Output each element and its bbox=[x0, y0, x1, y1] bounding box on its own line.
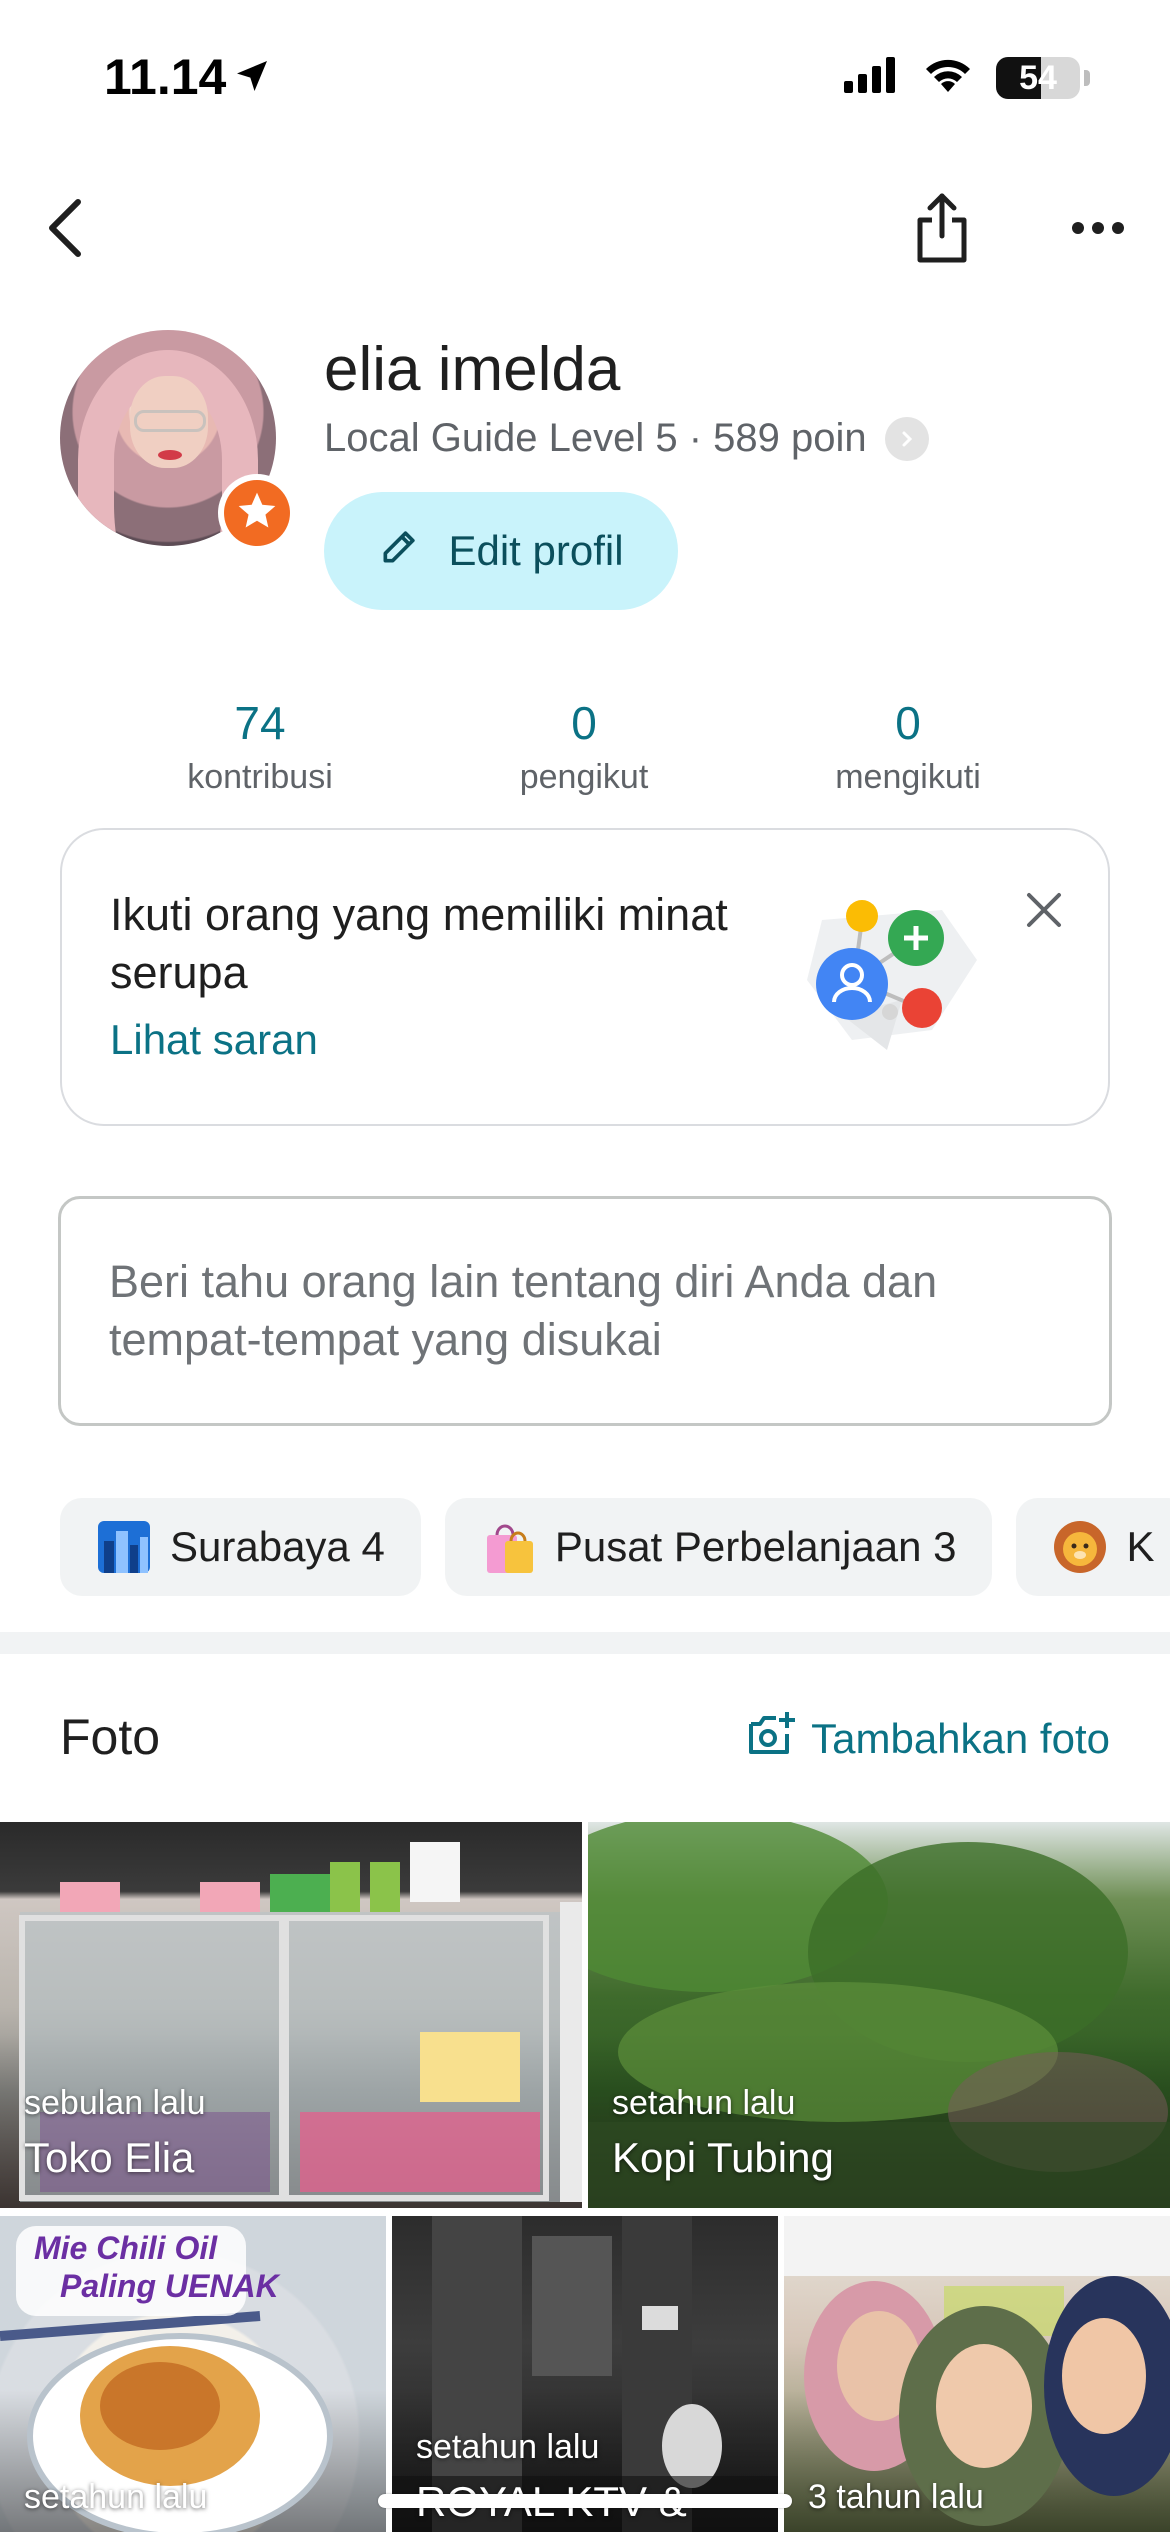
stat-label: kontribusi bbox=[187, 758, 333, 796]
chevron-right-icon bbox=[884, 416, 929, 461]
shopping-bags-icon bbox=[481, 1519, 537, 1575]
chip-surabaya[interactable]: Surabaya 4 bbox=[60, 1498, 421, 1596]
stat-contributions[interactable]: 74 kontribusi bbox=[110, 696, 410, 797]
add-photo-label: Tambahkan foto bbox=[811, 1715, 1110, 1762]
home-indicator[interactable] bbox=[378, 2494, 792, 2508]
photo-tile[interactable]: setahun lalu ROYAL KTV & bbox=[392, 2216, 778, 2532]
cityscape-icon bbox=[96, 1519, 152, 1575]
local-guide-level[interactable]: Local Guide Level 5 · 589 poin bbox=[324, 416, 929, 461]
battery-icon: 54 bbox=[996, 56, 1080, 99]
chip-label: Pusat Perbelanjaan 3 bbox=[554, 1523, 957, 1570]
stat-label: mengikuti bbox=[835, 758, 981, 796]
photo-time: setahun lalu bbox=[612, 2084, 796, 2122]
photo-overlay-text: Mie Chili Oil bbox=[34, 2230, 218, 2266]
suggestion-text: Ikuti orang yang memiliki minat serupa bbox=[110, 889, 728, 998]
share-icon bbox=[914, 192, 970, 269]
pencil-icon bbox=[378, 524, 422, 578]
add-photo-button[interactable]: Tambahkan foto bbox=[747, 1712, 1110, 1766]
stat-following[interactable]: 0 mengikuti bbox=[758, 696, 1058, 797]
chip-lion[interactable]: K bbox=[1016, 1498, 1170, 1596]
local-guide-badge bbox=[218, 474, 296, 552]
interest-chips: Surabaya 4 Pusat Perbelanjaan 3 K bbox=[60, 1498, 1170, 1596]
status-indicators: 54 bbox=[844, 56, 1090, 99]
status-bar: 11.14 54 bbox=[0, 0, 1170, 150]
bio-placeholder: Beri tahu orang lain tentang diri Anda d… bbox=[109, 1256, 938, 1365]
back-arrow-icon bbox=[42, 196, 90, 265]
stat-followers[interactable]: 0 pengikut bbox=[434, 696, 734, 797]
edit-profile-button[interactable]: Edit profil bbox=[324, 492, 678, 610]
bio-input[interactable]: Beri tahu orang lain tentang diri Anda d… bbox=[58, 1196, 1112, 1426]
photo-tile[interactable]: Mie Chili Oil Paling UENAK setahun lalu bbox=[0, 2216, 386, 2532]
status-time: 11.14 bbox=[104, 49, 227, 105]
lion-icon bbox=[1052, 1519, 1108, 1575]
profile-name: elia imelda bbox=[324, 335, 621, 404]
location-arrow-icon bbox=[232, 56, 272, 101]
photo-time: sebulan lalu bbox=[24, 2084, 206, 2122]
stat-label: pengikut bbox=[519, 758, 649, 796]
photo-tile[interactable]: 3 tahun lalu bbox=[784, 2216, 1170, 2532]
profile-stats: 74 kontribusi 0 pengikut 0 mengikuti bbox=[0, 696, 1170, 806]
battery-cap bbox=[1084, 69, 1090, 86]
people-network-icon bbox=[792, 880, 992, 1070]
follow-suggestion-card: Ikuti orang yang memiliki minat serupa L… bbox=[60, 828, 1110, 1126]
top-nav bbox=[0, 180, 1170, 280]
more-horizontal-icon bbox=[1070, 220, 1126, 241]
photo-tile[interactable]: sebulan lalu Toko Elia bbox=[0, 1822, 582, 2208]
see-suggestions-link[interactable]: Lihat saran bbox=[110, 1016, 318, 1064]
more-options-button[interactable] bbox=[1048, 180, 1148, 280]
battery-level: 54 bbox=[1019, 58, 1057, 97]
edit-profile-label: Edit profil bbox=[448, 527, 624, 574]
back-button[interactable] bbox=[16, 180, 116, 280]
stat-value: 0 bbox=[895, 697, 921, 749]
photo-time: setahun lalu bbox=[416, 2428, 600, 2466]
star-icon bbox=[235, 489, 279, 538]
cellular-signal-icon bbox=[844, 57, 900, 98]
chip-shopping-center[interactable]: Pusat Perbelanjaan 3 bbox=[444, 1498, 993, 1596]
photo-overlay-text: Paling UENAK bbox=[60, 2268, 279, 2304]
add-photo-icon bbox=[747, 1712, 796, 1766]
photos-title: Foto bbox=[60, 1709, 161, 1765]
stat-value: 0 bbox=[571, 697, 597, 749]
close-icon bbox=[1025, 891, 1063, 934]
share-button[interactable] bbox=[892, 180, 992, 280]
stat-value: 74 bbox=[234, 697, 286, 749]
close-suggestion-button[interactable] bbox=[1014, 882, 1074, 942]
section-divider bbox=[0, 1632, 1170, 1654]
photo-place-name: Toko Elia bbox=[24, 2134, 195, 2181]
photo-tile[interactable]: setahun lalu Kopi Tubing bbox=[588, 1822, 1170, 2208]
level-text: Local Guide Level 5 · 589 poin bbox=[324, 416, 867, 460]
wifi-icon bbox=[922, 56, 974, 99]
photo-time: setahun lalu bbox=[24, 2478, 208, 2516]
chip-label: K bbox=[1126, 1523, 1155, 1570]
photo-time: 3 tahun lalu bbox=[808, 2478, 984, 2516]
chip-label: Surabaya 4 bbox=[170, 1523, 385, 1570]
photo-place-name: Kopi Tubing bbox=[612, 2134, 834, 2181]
